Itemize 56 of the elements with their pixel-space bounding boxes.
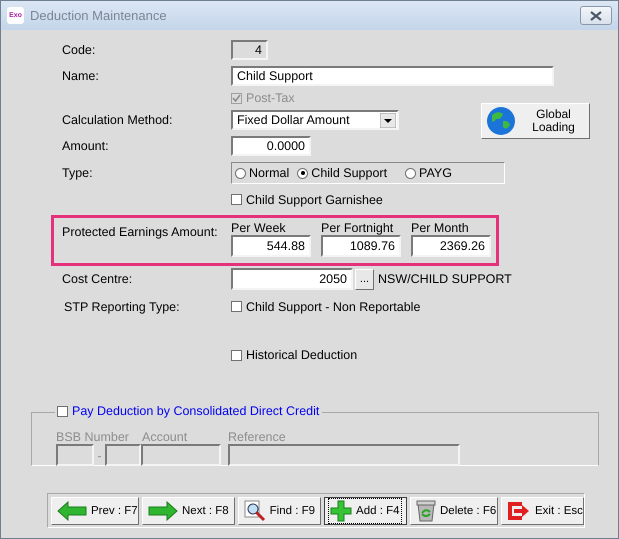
calculation-method-dropdown[interactable]: Fixed Dollar Amount (231, 110, 399, 130)
toolbar-button[interactable]: Prev : F7 (51, 496, 139, 524)
field-label: Cost Centre: (62, 272, 134, 286)
amount-field[interactable]: 0.0000 (231, 136, 311, 156)
global-loading-button[interactable]: Global Loading (481, 103, 590, 139)
cost-centre-field[interactable]: 2050 (231, 268, 353, 290)
column-label: Per Fortnight (321, 221, 394, 235)
column-label: Per Week (231, 221, 287, 235)
radio-option[interactable]: Normal (235, 166, 290, 180)
window-title: Deduction Maintenance (30, 8, 168, 23)
cost-centre-description: NSW/CHILD SUPPORT (378, 272, 512, 286)
checkbox-label: Post-Tax (246, 91, 295, 105)
field-label: Name: (62, 69, 100, 83)
field-label: Calculation Method: (62, 113, 174, 127)
field-label: Account (142, 430, 188, 444)
trash-bin-icon (416, 500, 436, 522)
close-button[interactable] (580, 6, 612, 25)
amount-field[interactable]: 1089.76 (321, 235, 401, 257)
name-field[interactable]: Child Support (231, 66, 554, 86)
direct-credit-checkbox[interactable] (57, 406, 68, 416)
radio-option[interactable]: Child Support (297, 166, 388, 180)
radio-option[interactable]: PAYG (405, 166, 452, 180)
field-label: BSB Number (56, 430, 130, 444)
group-title: Pay Deduction by Consolidated Direct Credit (72, 404, 320, 418)
field-label: Reference (228, 430, 287, 444)
toolbar-button[interactable]: Exit : Esc (501, 496, 584, 524)
amount-field[interactable]: 2369.26 (411, 235, 491, 257)
browse-button[interactable]: ... (355, 268, 374, 290)
left-arrow-icon (57, 500, 87, 520)
field-label: Code: (62, 43, 96, 57)
stp-checkbox[interactable] (231, 301, 242, 312)
field-label: Amount: (62, 139, 110, 153)
checkbox-label: Historical Deduction (246, 348, 358, 362)
historical-checkbox[interactable] (231, 350, 242, 360)
close-icon (590, 10, 602, 20)
plus-icon (330, 500, 352, 522)
column-label: Per Month (411, 221, 470, 235)
code-field: 4 (231, 40, 268, 60)
toolbar-button[interactable]: Delete : F6 (410, 496, 498, 524)
globe-icon (486, 106, 516, 136)
exit-door-icon (507, 500, 531, 520)
toolbar-button[interactable]: Find : F9 (238, 496, 322, 524)
checkbox-label: Child Support - Non Reportable (246, 300, 420, 314)
magnifier-icon (244, 500, 266, 522)
separator-text: - (96, 449, 103, 463)
right-arrow-icon (148, 500, 178, 520)
dropdown-arrow-icon (380, 112, 396, 128)
garnishee-checkbox[interactable] (231, 194, 242, 205)
toolbar-button[interactable]: Add : F4 (324, 496, 407, 524)
amount-field[interactable]: 544.88 (231, 235, 311, 257)
bsb-field (105, 444, 141, 466)
field-label: STP Reporting Type: (63, 300, 181, 314)
field-label: Protected Earnings Amount: (62, 225, 219, 241)
field-label: Type: (62, 166, 94, 180)
toolbar-button[interactable]: Next : F8 (142, 496, 235, 524)
checkbox-label: Child Support Garnishee (246, 192, 383, 206)
